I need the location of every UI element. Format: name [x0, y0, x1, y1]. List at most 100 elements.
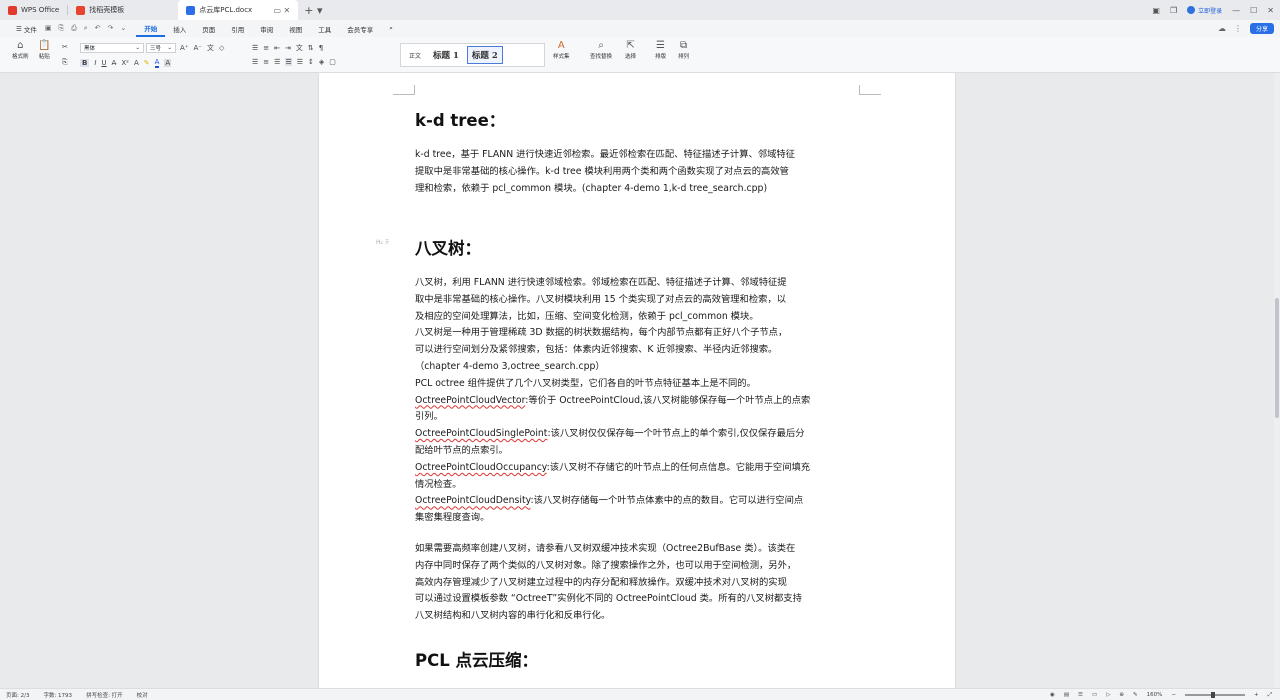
- login-button[interactable]: 立即登录: [1187, 6, 1222, 15]
- format-painter-button[interactable]: ⌂ 格式刷: [12, 40, 29, 60]
- page-view-icon[interactable]: ▤: [1064, 692, 1069, 698]
- menu-review[interactable]: 审阅: [252, 20, 281, 37]
- align-left-icon[interactable]: ☰: [252, 58, 258, 66]
- superscript-icon[interactable]: X²: [121, 59, 129, 67]
- font-color-icon[interactable]: A: [154, 58, 160, 68]
- bullet-list-icon[interactable]: ☰: [252, 44, 258, 52]
- print-icon[interactable]: ⎙: [71, 24, 77, 33]
- menu-page[interactable]: 页面: [194, 20, 223, 37]
- menu-insert[interactable]: 插入: [165, 20, 194, 37]
- style-set-button[interactable]: A 样式集: [553, 40, 570, 60]
- heading-pcl-compression[interactable]: PCL 点云压缩：: [415, 647, 538, 671]
- menu-tools[interactable]: 工具: [310, 20, 339, 37]
- octree-paragraph[interactable]: 八叉树，利用 FLANN 进行快速邻域检索。邻域检索在匹配、特征描述子计算、邻域…: [415, 275, 861, 527]
- write-icon[interactable]: ✎: [1133, 692, 1138, 698]
- spell-check[interactable]: 拼写检查: 打开: [86, 691, 123, 699]
- new-tab-icon[interactable]: + ▾: [298, 4, 328, 17]
- underline-icon[interactable]: U: [101, 59, 106, 67]
- style-heading-2[interactable]: 标题 2: [466, 46, 503, 64]
- bold-icon[interactable]: B: [80, 59, 90, 67]
- zoom-level[interactable]: 160%: [1147, 692, 1163, 698]
- heading-octree[interactable]: 八叉树：: [415, 235, 481, 259]
- eye-icon[interactable]: ◉: [1050, 692, 1055, 698]
- zoom-slider[interactable]: [1184, 692, 1245, 698]
- paste-button[interactable]: 📋 粘贴: [38, 40, 50, 60]
- drag-handle-icon[interactable]: H₂ ⠿: [376, 239, 389, 246]
- heading-kd-tree[interactable]: k-d tree：: [415, 107, 505, 131]
- close-tab-icon[interactable]: ▭ ✕: [273, 6, 290, 15]
- minimize-icon[interactable]: —: [1232, 6, 1240, 15]
- shrink-font-icon[interactable]: A⁻: [193, 44, 201, 52]
- menu-member[interactable]: 会员专享: [339, 20, 381, 37]
- arrange-button[interactable]: ⧉ 排列: [678, 40, 689, 60]
- zoom-in-icon[interactable]: +: [1254, 692, 1259, 698]
- font-effect-icon[interactable]: A: [134, 59, 139, 67]
- word-count[interactable]: 字数: 1793: [43, 691, 72, 699]
- document-page[interactable]: k-d tree： k-d tree，基于 FLANN 进行快速近邻检索。最近邻…: [319, 73, 955, 690]
- menu-home[interactable]: 开始: [136, 20, 166, 37]
- outline-view-icon[interactable]: ☰: [1078, 692, 1083, 698]
- find-replace-button[interactable]: ⌕ 查找替换: [590, 40, 612, 60]
- style-normal[interactable]: 正文: [405, 49, 425, 62]
- numbered-list-icon[interactable]: ≡: [263, 44, 269, 52]
- more-icon[interactable]: ⌄: [120, 24, 126, 33]
- tab-wps-office[interactable]: WPS Office: [0, 0, 67, 20]
- more-options-icon[interactable]: ⋮: [1234, 24, 1242, 33]
- sort-icon[interactable]: ⇅: [308, 44, 314, 52]
- play-icon[interactable]: ▷: [1106, 692, 1110, 698]
- increase-indent-icon[interactable]: ⇥: [285, 44, 291, 52]
- kd-tree-paragraph[interactable]: k-d tree，基于 FLANN 进行快速近邻检索。最近邻检索在匹配、特征描述…: [415, 147, 861, 197]
- font-size-select[interactable]: 三号 ⌄: [146, 43, 176, 53]
- search-icon[interactable]: ⌕: [381, 20, 401, 37]
- export-icon[interactable]: ⎘: [59, 24, 65, 33]
- web-view-icon[interactable]: ⊕: [1119, 692, 1124, 698]
- read-view-icon[interactable]: ▭: [1092, 692, 1097, 698]
- preview-icon[interactable]: ⌕: [84, 24, 88, 33]
- save-icon[interactable]: ▣: [45, 24, 52, 33]
- copy-icon[interactable]: ⎘: [62, 58, 68, 67]
- grow-font-icon[interactable]: A⁺: [180, 44, 188, 52]
- proofread[interactable]: 校对: [137, 691, 148, 699]
- redo-icon[interactable]: ↷: [108, 24, 114, 33]
- decrease-indent-icon[interactable]: ⇤: [274, 44, 280, 52]
- line-spacing-icon[interactable]: ↕: [308, 58, 314, 66]
- highlight-icon[interactable]: ✎: [144, 59, 150, 67]
- strikethrough-icon[interactable]: A̶: [112, 59, 117, 67]
- window-icon[interactable]: ❐: [1170, 6, 1177, 15]
- maximize-icon[interactable]: ☐: [1250, 6, 1257, 15]
- page-count[interactable]: 页面: 2/3: [6, 691, 29, 699]
- close-window-icon[interactable]: ✕: [1267, 6, 1274, 15]
- menu-file[interactable]: ☰ 文件: [8, 20, 45, 37]
- align-right-icon[interactable]: ☰: [274, 58, 280, 66]
- layout-icon[interactable]: ▣: [1152, 6, 1160, 15]
- menu-reference[interactable]: 引用: [223, 20, 252, 37]
- zoom-out-icon[interactable]: −: [1171, 692, 1176, 698]
- border-icon[interactable]: ▢: [329, 58, 336, 66]
- fit-icon[interactable]: ⤢: [1268, 692, 1272, 699]
- clear-format-icon[interactable]: ◇: [219, 44, 224, 52]
- cut-icon[interactable]: ✂: [62, 43, 68, 51]
- italic-icon[interactable]: I: [94, 59, 96, 67]
- scroll-thumb[interactable]: [1275, 298, 1279, 418]
- char-shading-icon[interactable]: A: [164, 59, 172, 67]
- vertical-scrollbar[interactable]: [1274, 73, 1280, 690]
- cloud-icon[interactable]: ☁: [1218, 24, 1226, 33]
- justify-icon[interactable]: ☰: [285, 58, 292, 66]
- style-heading-1[interactable]: 标题 1: [429, 47, 463, 63]
- shading-icon[interactable]: ◈: [319, 58, 324, 66]
- phonetic-icon[interactable]: 文: [207, 43, 214, 53]
- tab-document[interactable]: 点云库PCL.docx ▭ ✕: [178, 0, 299, 20]
- chinese-layout-icon[interactable]: 文: [296, 43, 303, 53]
- select-button[interactable]: ⇱ 选择: [625, 40, 636, 60]
- menu-view[interactable]: 视图: [281, 20, 310, 37]
- align-center-icon[interactable]: ≡: [263, 58, 269, 66]
- font-name-select[interactable]: 黑体 ⌄: [80, 43, 144, 53]
- zoom-knob[interactable]: [1210, 692, 1215, 698]
- double-buffer-paragraph[interactable]: 如果需要高频率创建八叉树，请参看八叉树双缓冲技术实现（Octree2BufBas…: [415, 541, 861, 625]
- layout-button[interactable]: ☰ 排版: [655, 40, 666, 60]
- show-marks-icon[interactable]: ¶: [319, 44, 323, 52]
- undo-icon[interactable]: ↶: [95, 24, 101, 33]
- tab-template[interactable]: 找稻壳模板: [68, 0, 178, 20]
- share-button[interactable]: 分享: [1249, 23, 1274, 34]
- distributed-icon[interactable]: ☰: [297, 58, 303, 66]
